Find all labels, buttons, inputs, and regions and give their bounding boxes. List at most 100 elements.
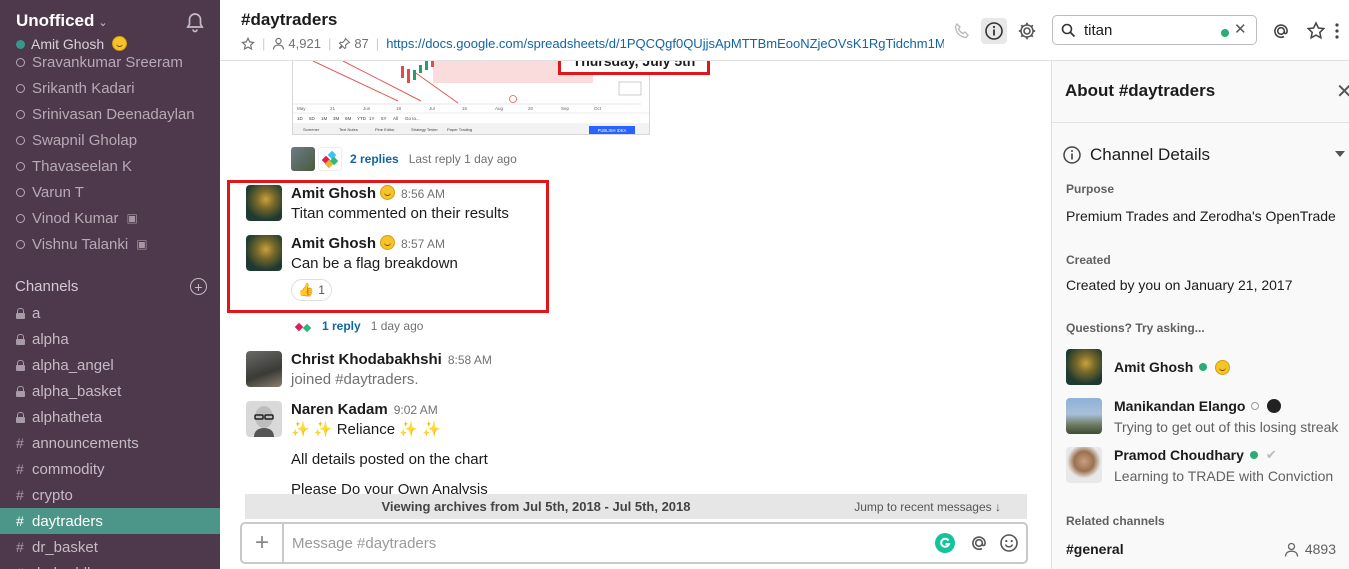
channel-name: alpha_basket	[32, 382, 122, 400]
emoji-picker-icon[interactable]	[998, 532, 1020, 554]
message-timestamp[interactable]: 9:02 AM	[394, 403, 438, 417]
channel-item[interactable]: alpha_basket	[0, 378, 220, 404]
close-icon[interactable]: ✕	[1336, 79, 1349, 104]
channels-label[interactable]: Channels	[15, 278, 78, 295]
message-text: Reliance	[336, 421, 396, 438]
slack-logo-icon	[318, 147, 342, 171]
mentions-icon[interactable]	[1268, 18, 1294, 44]
dm-item[interactable]: Sravankumar Sreeram	[0, 49, 220, 75]
chart-period-label: 6M	[345, 116, 352, 121]
channel-item[interactable]: alpha	[0, 326, 220, 352]
channel-name: dr_huddle	[32, 565, 99, 569]
phone-icon[interactable]	[949, 18, 975, 44]
chart-axis-label: 18	[396, 106, 402, 111]
related-channel-row[interactable]: #general 4893	[1066, 541, 1336, 557]
thread-replies-1[interactable]: 2 replies Last reply 1 day ago	[291, 147, 517, 171]
dm-item[interactable]: Vishnu Talanki ▣	[0, 231, 220, 257]
chart-axis-label: Jun	[363, 106, 371, 111]
caret-down-icon[interactable]	[1335, 151, 1345, 157]
channel-details-panel: About #daytraders ✕ Channel Details Purp…	[1051, 61, 1349, 569]
dm-item[interactable]: Thavaseelan K	[0, 153, 220, 179]
dm-item[interactable]: Swapnil Gholap	[0, 127, 220, 153]
chart-toolbar-label: Pine Editor	[375, 127, 395, 132]
message-text: All details posted on the chart	[291, 451, 488, 468]
slack-logo-icon	[291, 314, 315, 338]
message-author[interactable]: Naren Kadam	[291, 401, 388, 418]
jump-to-recent-label[interactable]: Jump to recent messages	[854, 500, 991, 514]
highlight-annotation-box	[227, 180, 549, 313]
workspace-menu[interactable]: Unofficed ⌄	[16, 11, 108, 31]
search-status-dot	[1221, 29, 1229, 37]
dm-name: Vishnu Talanki	[32, 235, 129, 253]
add-attachment-button[interactable]: +	[242, 524, 284, 562]
reply-count-link[interactable]: 1 reply	[322, 319, 361, 333]
channel-item[interactable]: #dr_huddle	[0, 560, 220, 569]
bell-icon[interactable]	[184, 11, 206, 33]
channel-title[interactable]: #daytraders	[241, 10, 337, 30]
presence-away-icon	[16, 239, 25, 249]
dm-item[interactable]: Varun T	[0, 179, 220, 205]
topic-link[interactable]: https://docs.google.com/spreadsheets/d/1…	[386, 36, 944, 51]
thread-replies-2[interactable]: 1 reply 1 day ago	[291, 314, 423, 338]
gear-icon[interactable]	[1014, 18, 1040, 44]
star-icon[interactable]	[241, 36, 255, 51]
more-options-icon[interactable]	[1330, 18, 1344, 44]
avatar[interactable]	[246, 401, 282, 437]
chart-period-label: YTD	[357, 116, 367, 121]
channel-item[interactable]: # dr_basket	[0, 534, 220, 560]
channel-item[interactable]: # crypto	[0, 482, 220, 508]
related-channel-name[interactable]: #general	[1066, 541, 1124, 557]
avatar[interactable]	[1066, 398, 1102, 434]
panel-title: About #daytraders	[1065, 81, 1216, 100]
search-input[interactable]: titan	[1084, 22, 1112, 39]
person-name[interactable]: Manikandan Elango	[1114, 398, 1245, 414]
message-timestamp[interactable]: 8:58 AM	[448, 353, 492, 367]
clear-search-icon[interactable]: ✕	[1234, 20, 1247, 38]
related-channels-label: Related channels	[1066, 514, 1165, 528]
dm-item[interactable]: Srikanth Kadari	[0, 75, 220, 101]
info-icon[interactable]	[981, 18, 1007, 44]
pin-count[interactable]: 87	[354, 36, 368, 51]
channels-header[interactable]: Channels +	[15, 278, 207, 295]
dm-list: Sravankumar Sreeram Srikanth Kadari Sriniv…	[0, 49, 220, 257]
status-message-icon: ▣	[126, 211, 138, 225]
add-channel-icon[interactable]: +	[190, 278, 207, 295]
lock-icon	[16, 359, 25, 371]
channel-details-toggle[interactable]: Channel Details	[1062, 145, 1210, 165]
person-name[interactable]: Pramod Choudhary	[1114, 447, 1244, 463]
workspace-name[interactable]: Unofficed	[16, 11, 94, 30]
person-name[interactable]: Amit Ghosh	[1114, 359, 1193, 375]
channel-item[interactable]: # daytraders	[0, 508, 220, 534]
chart-period-label: 5Y	[381, 116, 387, 121]
channel-item[interactable]: a	[0, 300, 220, 326]
suggested-person[interactable]: Manikandan Elango Trying to get out of t…	[1066, 398, 1346, 438]
message-author[interactable]: Christ Khodabakhshi	[291, 351, 442, 368]
avatar[interactable]	[1066, 349, 1102, 385]
dm-item[interactable]: Srinivasan Deenadaylan	[0, 101, 220, 127]
channel-item[interactable]: # commodity	[0, 456, 220, 482]
date-divider[interactable]: Thursday, July 5th	[558, 61, 710, 75]
message-input[interactable]: Message #daytraders	[292, 535, 436, 552]
chart-period-label: 1Y	[369, 116, 375, 121]
chevron-down-icon[interactable]: ⌄	[98, 17, 107, 29]
mention-icon[interactable]	[968, 532, 990, 554]
starred-items-icon[interactable]	[1303, 18, 1329, 44]
member-count[interactable]: 4,921	[288, 36, 321, 51]
avatar[interactable]	[1066, 447, 1102, 483]
channel-item[interactable]: alpha_angel	[0, 352, 220, 378]
created-label: Created	[1066, 253, 1111, 267]
suggested-person[interactable]: Amit Ghosh	[1066, 349, 1346, 389]
message-composer[interactable]: + Message #daytraders	[240, 522, 1028, 564]
avatar[interactable]	[246, 351, 282, 387]
chart-axis-label: 16	[462, 106, 468, 111]
reply-count-link[interactable]: 2 replies	[350, 152, 399, 166]
channel-item[interactable]: # announcements	[0, 430, 220, 456]
jump-to-recent-link[interactable]: Jump to recent messages ↓	[854, 500, 1001, 514]
suggested-person[interactable]: Pramod Choudhary ✔ Learning to TRADE with…	[1066, 447, 1346, 487]
chart-period-label: 3M	[333, 116, 340, 121]
dm-item[interactable]: Vinod Kumar ▣	[0, 205, 220, 231]
channel-item[interactable]: alphatheta	[0, 404, 220, 430]
search-box[interactable]: titan ✕	[1052, 15, 1257, 45]
grammarly-icon[interactable]	[934, 532, 956, 554]
section-label[interactable]: Channel Details	[1090, 145, 1210, 165]
